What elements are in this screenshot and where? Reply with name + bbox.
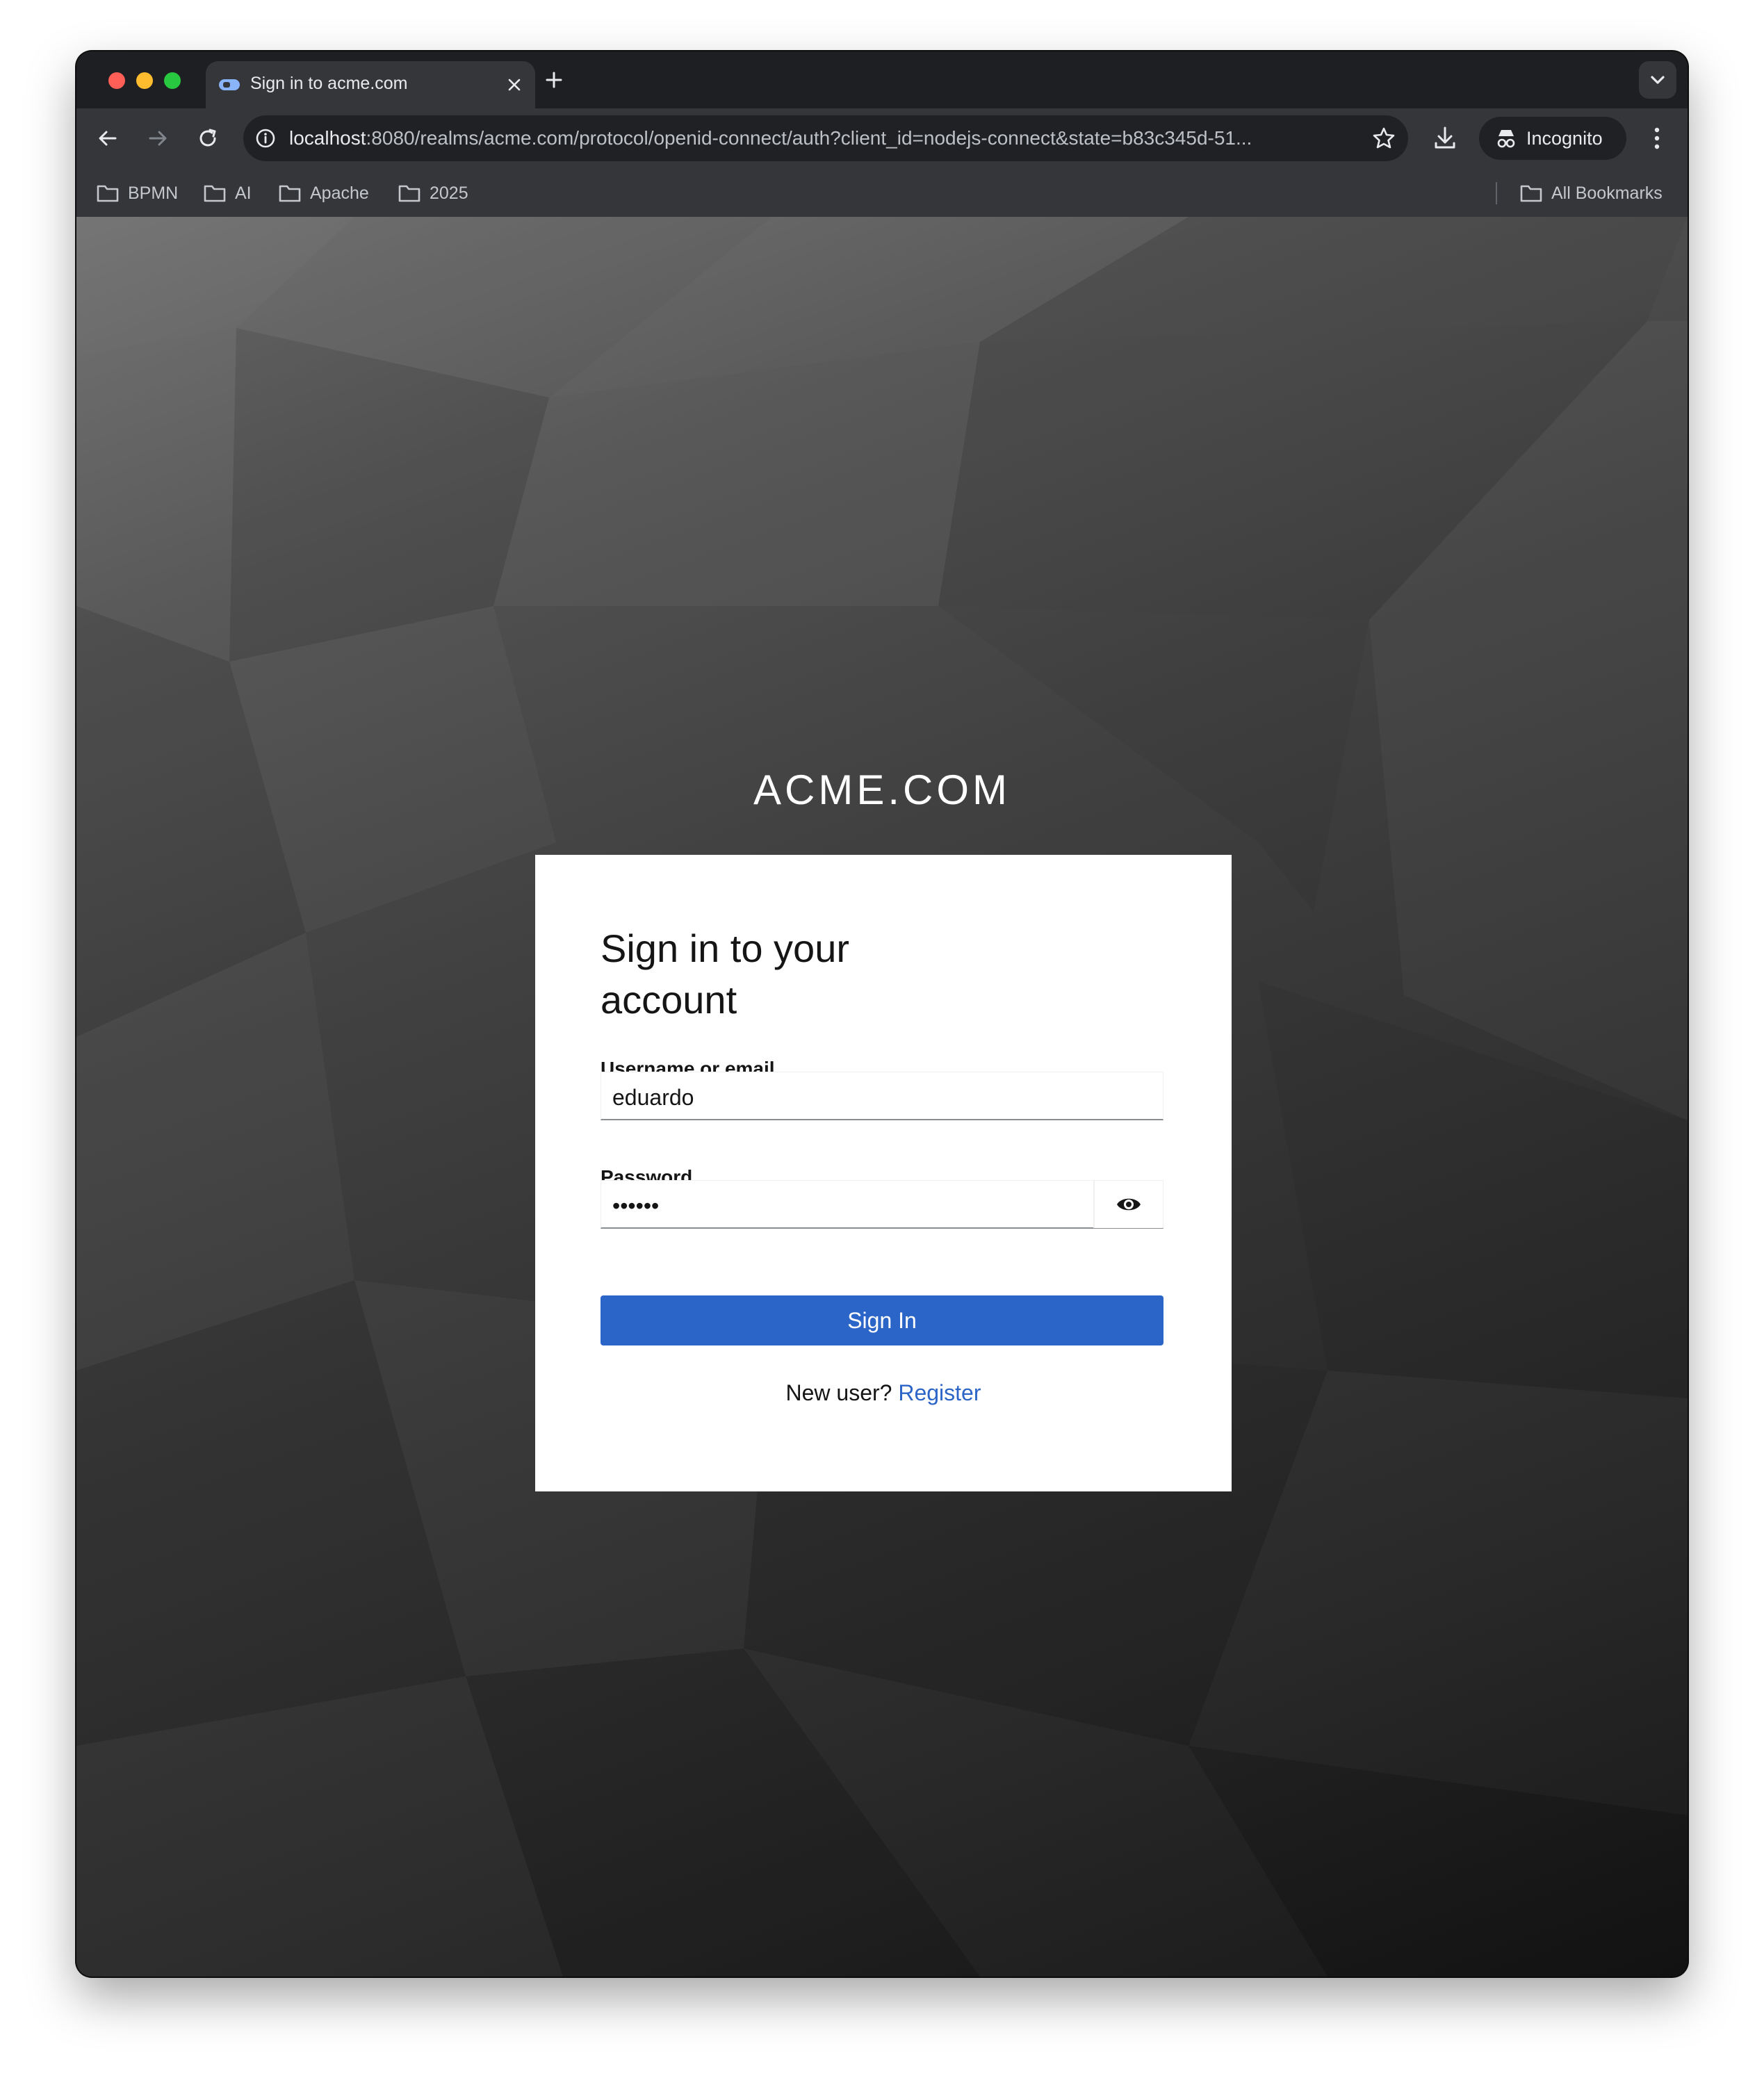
url-text: localhost:8080/realms/acme.com/protocol/… (289, 127, 1252, 149)
maximize-window-button[interactable] (164, 72, 181, 89)
close-tab-icon[interactable] (506, 76, 523, 93)
address-bar[interactable]: localhost:8080/realms/acme.com/protocol/… (243, 115, 1408, 161)
bookmark-folder-bpmn[interactable]: BPMN (96, 182, 178, 204)
bookmark-label: Apache (310, 183, 369, 203)
eye-icon (1117, 1198, 1141, 1211)
login-card: Sign in to your account Username or emai… (535, 855, 1232, 1491)
password-value: •••••• (612, 1193, 660, 1218)
bookmarks-bar: BPMN AI Apache 2025 All Bookmarks (76, 168, 1688, 217)
incognito-icon (1497, 130, 1515, 148)
bookmark-folder-apache[interactable]: Apache (278, 182, 369, 204)
realm-brand: ACME.COM (753, 767, 1011, 813)
tab-active[interactable]: Sign in to acme.com (206, 61, 535, 108)
username-input[interactable]: eduardo (601, 1072, 1163, 1120)
download-icon[interactable] (1430, 124, 1460, 153)
tab-search-button[interactable] (1639, 61, 1676, 99)
all-bookmarks-button[interactable]: All Bookmarks (1519, 182, 1663, 204)
close-window-button[interactable] (108, 72, 125, 89)
site-favicon-icon (219, 79, 240, 90)
folder-icon (398, 185, 420, 202)
register-link[interactable]: Register (898, 1380, 981, 1405)
incognito-indicator[interactable]: Incognito (1479, 117, 1626, 160)
url-host: localhost (289, 127, 366, 149)
folder-icon (97, 185, 119, 202)
folder-icon (204, 185, 226, 202)
tab-title: Sign in to acme.com (250, 74, 408, 93)
bookmarks-divider (1496, 182, 1497, 204)
tab-strip: Sign in to acme.com (76, 51, 1688, 108)
reload-icon[interactable] (195, 125, 221, 152)
forward-icon[interactable] (145, 125, 171, 152)
bookmark-label: BPMN (128, 183, 179, 203)
folder-icon (279, 185, 301, 202)
back-icon[interactable] (95, 125, 121, 152)
minimize-window-button[interactable] (136, 72, 153, 89)
username-value: eduardo (612, 1085, 694, 1110)
browser-window: Sign in to acme.com localhost:8080/realm… (76, 51, 1688, 1977)
show-password-button[interactable] (1093, 1181, 1163, 1228)
all-bookmarks-label: All Bookmarks (1551, 183, 1663, 203)
url-path: :8080/realms/acme.com/protocol/openid-co… (366, 127, 1252, 149)
bookmark-folder-ai[interactable]: AI (203, 182, 252, 204)
new-user-text: New user? (785, 1380, 892, 1405)
site-info-icon[interactable] (254, 127, 277, 149)
folder-icon (1520, 185, 1542, 202)
more-menu-icon[interactable] (1644, 124, 1669, 153)
chevron-down-icon (1651, 76, 1665, 84)
bookmark-label: AI (235, 183, 252, 203)
new-tab-icon[interactable] (544, 69, 564, 90)
incognito-label: Incognito (1526, 128, 1603, 149)
password-input[interactable]: •••••• (601, 1180, 1163, 1229)
browser-toolbar: localhost:8080/realms/acme.com/protocol/… (76, 108, 1688, 168)
page-content: ACME.COM Sign in to your account Usernam… (76, 217, 1688, 1977)
sign-in-button[interactable]: Sign In (601, 1295, 1163, 1345)
bookmark-star-icon[interactable] (1371, 125, 1397, 152)
bookmark-folder-2025[interactable]: 2025 (398, 182, 468, 204)
bookmark-label: 2025 (430, 183, 468, 203)
page-title: Sign in to your account (601, 926, 849, 1022)
register-prompt: New user? Register (535, 1380, 1232, 1406)
